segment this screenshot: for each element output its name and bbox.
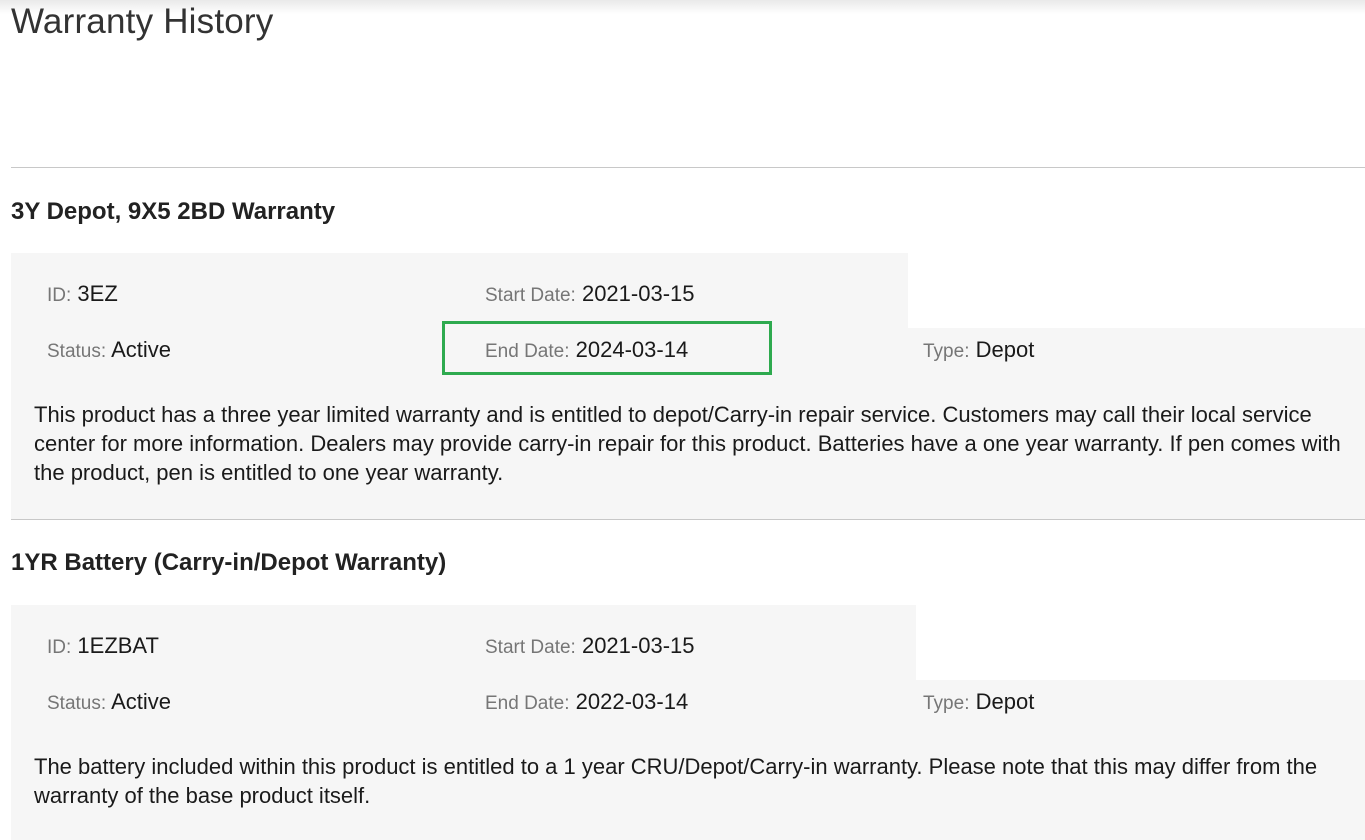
warranty-id-field: ID: 3EZ <box>47 281 118 306</box>
status-label: Status <box>47 341 101 362</box>
end-date-label: End Date <box>485 693 565 714</box>
type-label: Type <box>923 693 965 714</box>
start-date-label: Start Date <box>485 285 571 306</box>
warranty-card: ID: 3EZ Start Date: 2021-03-15 Status: A… <box>11 253 1365 519</box>
warranty-description: The battery included within this product… <box>34 754 1318 808</box>
status-value: Active <box>111 689 171 714</box>
page-title: Warranty History <box>11 2 274 41</box>
end-date-value: 2022-03-14 <box>575 689 689 714</box>
status-field: Status: Active <box>47 337 171 362</box>
divider <box>11 519 1365 520</box>
end-date-label: End Date <box>485 341 565 362</box>
type-field: Type: Depot <box>923 337 1035 362</box>
end-date-field: End Date: 2022-03-14 <box>485 689 689 714</box>
start-date-label: Start Date <box>485 637 571 658</box>
id-value: 3EZ <box>77 281 118 306</box>
id-value: 1EZBAT <box>77 633 159 658</box>
warranty-title: 1YR Battery (Carry-in/Depot Warranty) <box>11 549 447 576</box>
start-date-value: 2021-03-15 <box>581 281 695 306</box>
warranty-id-field: ID: 1EZBAT <box>47 633 159 658</box>
end-date-field: End Date: 2024-03-14 <box>485 337 689 362</box>
status-field: Status: Active <box>47 689 171 714</box>
status-value: Active <box>111 337 171 362</box>
divider <box>11 167 1365 168</box>
end-date-value: 2024-03-14 <box>575 337 689 362</box>
id-label: ID <box>47 285 66 306</box>
type-value: Depot <box>975 337 1035 362</box>
start-date-field: Start Date: 2021-03-15 <box>485 281 695 306</box>
card-notch <box>908 253 1365 328</box>
status-label: Status <box>47 693 101 714</box>
type-field: Type: Depot <box>923 689 1035 714</box>
card-notch <box>916 605 1365 680</box>
type-value: Depot <box>975 689 1035 714</box>
warranty-title: 3Y Depot, 9X5 2BD Warranty <box>11 198 336 225</box>
id-label: ID <box>47 637 66 658</box>
start-date-field: Start Date: 2021-03-15 <box>485 633 695 658</box>
warranty-card: ID: 1EZBAT Start Date: 2021-03-15 Status… <box>11 605 1365 840</box>
type-label: Type <box>923 341 965 362</box>
start-date-value: 2021-03-15 <box>581 633 695 658</box>
warranty-description: This product has a three year limited wa… <box>34 402 1341 485</box>
